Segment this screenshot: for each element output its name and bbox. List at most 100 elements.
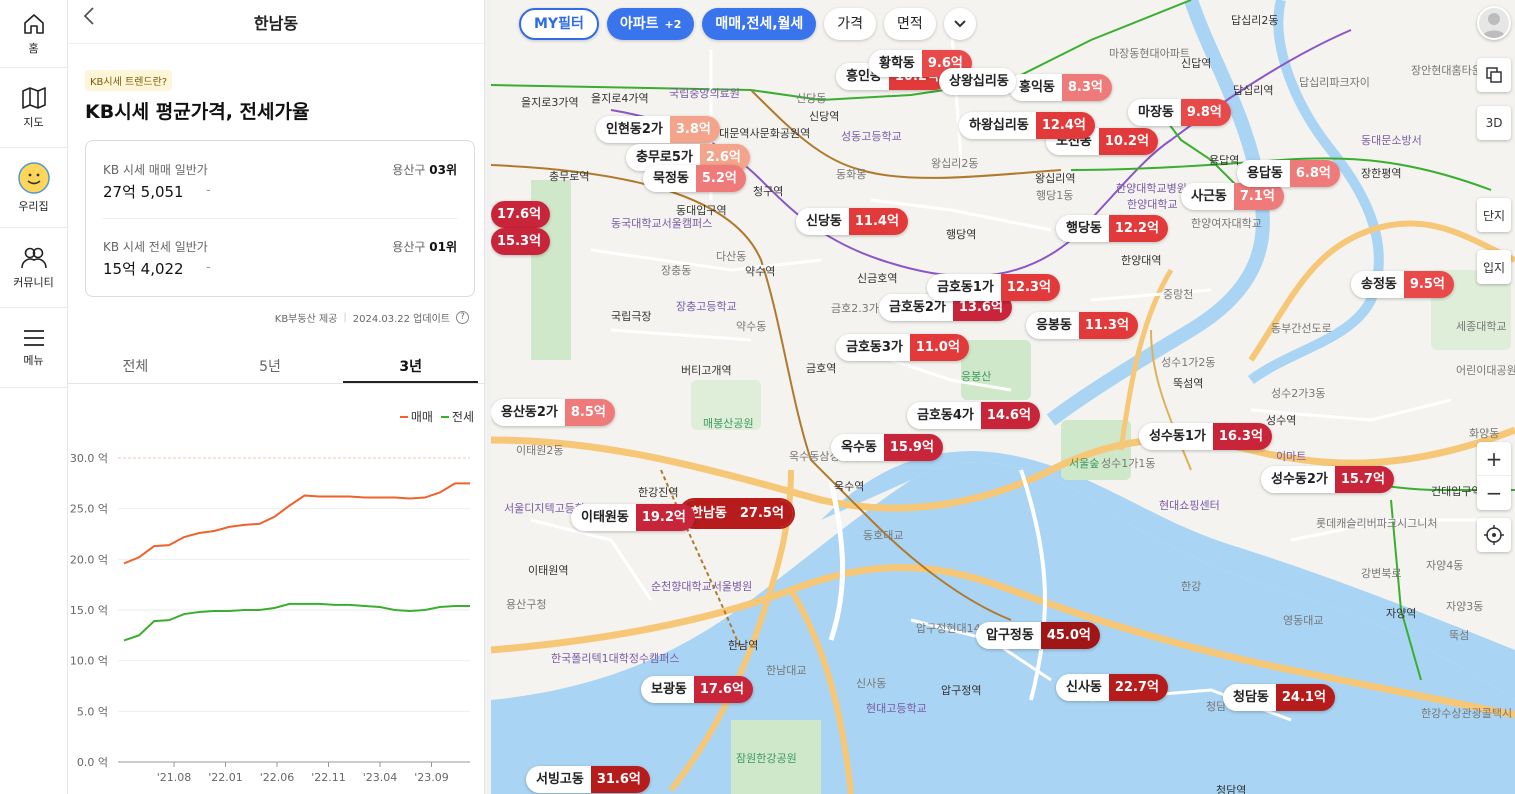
price-pin[interactable]: 보광동 17.6억 bbox=[641, 676, 753, 703]
my-filter-button[interactable]: MY필터 bbox=[519, 8, 599, 40]
detail-panel: 한남동 KB시세 트렌드란? KB시세 평균가격, 전세가율 KB 시세 매매 … bbox=[68, 0, 484, 794]
price-pin[interactable]: 한남동 27.5억 bbox=[681, 500, 793, 527]
price-pin[interactable]: 옥수동 15.9억 bbox=[831, 434, 943, 461]
map-label: 건대입구역 bbox=[1431, 485, 1482, 498]
map-label: 장한평역 bbox=[1361, 167, 1402, 180]
price-trend-chart: 30.0 억 25.0 억 20.0 억 15.0 억 10.0 억 5.0 억 0.0 억… bbox=[70, 452, 471, 784]
x-tick-label: '23.04 bbox=[363, 771, 398, 784]
property-type-filter[interactable]: 아파트 +2 bbox=[606, 8, 695, 40]
map-label: 용산구청 bbox=[506, 598, 547, 611]
rank-region: 용산구 bbox=[392, 163, 426, 177]
map-label: 한양대학교병원 bbox=[1116, 182, 1187, 195]
price-pin[interactable]: 용산동2가 8.5억 bbox=[491, 399, 615, 426]
price-pin[interactable]: 하왕십리동 12.4억 bbox=[959, 112, 1095, 139]
price-pin[interactable]: 마장동 9.8억 bbox=[1128, 99, 1231, 126]
view-3d-button[interactable]: 3D bbox=[1477, 106, 1511, 140]
sale-change: - bbox=[206, 183, 211, 198]
map-label: 행당역 bbox=[946, 228, 977, 241]
map-label: 답십리2동 bbox=[1231, 14, 1279, 27]
price-pin[interactable]: 인현동2가 3.8억 bbox=[596, 116, 720, 143]
price-pin[interactable]: 서빙고동 31.6억 bbox=[526, 766, 650, 793]
our-home-icon bbox=[17, 161, 50, 194]
map-label: 매봉산공원 bbox=[703, 417, 754, 430]
nav-map[interactable]: 지도 bbox=[0, 68, 67, 148]
price-pin[interactable]: 청담동 24.1억 bbox=[1223, 684, 1335, 711]
price-pin[interactable]: 용답동 6.8억 bbox=[1237, 160, 1340, 187]
tab-all[interactable]: 전체 bbox=[68, 350, 203, 383]
map-label: 신금호역 bbox=[857, 272, 898, 285]
trend-info-link[interactable]: KB시세 트렌드란? bbox=[85, 70, 173, 91]
area-filter[interactable]: 면적 bbox=[884, 8, 936, 40]
zoom-in-button[interactable]: + bbox=[1477, 442, 1511, 476]
locate-button[interactable] bbox=[1477, 518, 1511, 552]
user-icon bbox=[1482, 13, 1506, 38]
map-view[interactable]: 답십리2동 답십리역 신답역 마장동현대아파트 답십리파크자이 장안현대홈타운 … bbox=[491, 0, 1515, 794]
price-pin[interactable]: 17.6억 bbox=[491, 201, 551, 228]
tab-3y[interactable]: 3년 bbox=[343, 350, 479, 383]
map-label: 강변북로 bbox=[1361, 567, 1402, 580]
map-label: 옥수역 bbox=[834, 480, 865, 493]
price-pin[interactable]: 행당동 12.2억 bbox=[1056, 215, 1168, 242]
map-label: 청구역 bbox=[753, 185, 784, 198]
price-pin[interactable]: 사근동 7.1억 bbox=[1181, 183, 1284, 210]
y-tick-label: 0.0 억 bbox=[77, 756, 108, 769]
map-label: 서울숲 bbox=[1069, 457, 1100, 470]
price-pin[interactable]: 홍익동 8.3억 bbox=[1009, 74, 1112, 101]
nav-community[interactable]: 커뮤니티 bbox=[0, 228, 67, 308]
pin-value: 17.6억 bbox=[693, 676, 753, 703]
danji-button[interactable]: 단지 bbox=[1477, 198, 1511, 232]
price-pin[interactable]: 15.3억 bbox=[491, 228, 551, 255]
pin-value: 16.3억 bbox=[1212, 423, 1272, 450]
profile-avatar[interactable] bbox=[1477, 6, 1511, 40]
price-pin[interactable]: 이태원동 19.2억 bbox=[571, 504, 695, 531]
nav-home[interactable]: 홈 bbox=[0, 0, 67, 68]
price-pin[interactable]: 성수동1가 16.3억 bbox=[1139, 423, 1272, 450]
section-title: KB시세 평균가격, 전세가율 bbox=[85, 101, 310, 123]
deal-type-filter[interactable]: 매매,전세,월세 bbox=[702, 8, 817, 40]
zoom-out-button[interactable]: − bbox=[1477, 476, 1511, 510]
nav-our-home[interactable]: 우리집 bbox=[0, 148, 67, 228]
price-pin[interactable]: 금호동1가 12.3억 bbox=[927, 274, 1060, 301]
source-text: KB부동산 제공 bbox=[274, 314, 338, 325]
pin-value: 3.8억 bbox=[669, 116, 720, 143]
legend-sale: 매매 bbox=[399, 408, 433, 425]
map-label: 현대고등학교 bbox=[866, 702, 927, 715]
ipji-button[interactable]: 입지 bbox=[1477, 250, 1511, 284]
tab-5y[interactable]: 5년 bbox=[203, 350, 338, 383]
layer-toggle-button[interactable] bbox=[1477, 58, 1511, 92]
home-icon bbox=[22, 12, 46, 36]
price-pin[interactable]: 송정동 9.5억 bbox=[1351, 271, 1454, 298]
price-pin[interactable]: 금호동3가 11.0억 bbox=[836, 334, 969, 361]
price-pin[interactable]: 신사동 22.7억 bbox=[1056, 674, 1168, 701]
map-label: 롯데캐슬리버파크시그니처 bbox=[1316, 517, 1438, 530]
updated-text: 2024.03.22 업데이트 bbox=[352, 314, 450, 325]
rank-value: 01위 bbox=[429, 240, 457, 254]
zoom-controls: + − bbox=[1477, 442, 1511, 510]
pin-value: 12.3억 bbox=[1000, 274, 1060, 301]
pin-value: 11.0억 bbox=[909, 334, 969, 361]
price-pin[interactable]: 응봉동 11.3억 bbox=[1026, 312, 1138, 339]
legend-label: 매매 bbox=[410, 410, 433, 424]
sale-label: KB 시세 매매 일반가 bbox=[103, 163, 208, 177]
price-pin[interactable]: 상왕십리동 bbox=[939, 68, 1016, 95]
price-pin[interactable]: 금호동4가 14.6억 bbox=[907, 402, 1040, 429]
map-label: 다산동 bbox=[716, 250, 747, 263]
map-label: 신사동 bbox=[856, 677, 887, 690]
price-pin[interactable]: 신당동 11.4억 bbox=[796, 208, 908, 235]
price-pin[interactable]: 성수동2가 15.7억 bbox=[1261, 466, 1394, 493]
help-icon[interactable]: ? bbox=[456, 311, 469, 324]
pin-name: 용답동 bbox=[1237, 160, 1290, 187]
jeonse-change: - bbox=[206, 260, 211, 275]
price-pin[interactable]: 압구정동 45.0억 bbox=[976, 622, 1100, 649]
map-label: 금호역 bbox=[806, 362, 837, 375]
pin-value: 15.9억 bbox=[883, 434, 943, 461]
more-filters-button[interactable] bbox=[943, 8, 976, 40]
panel-scrollbar[interactable] bbox=[484, 0, 491, 794]
pin-value: 15.7억 bbox=[1334, 466, 1394, 493]
price-filter[interactable]: 가격 bbox=[824, 8, 877, 40]
map-label: 동호대교 bbox=[863, 529, 904, 542]
view-3d-controls: 3D bbox=[1477, 106, 1511, 140]
back-button[interactable] bbox=[82, 6, 102, 28]
price-pin[interactable]: 묵정동 5.2억 bbox=[643, 165, 746, 192]
nav-menu[interactable]: 메뉴 bbox=[0, 308, 67, 388]
